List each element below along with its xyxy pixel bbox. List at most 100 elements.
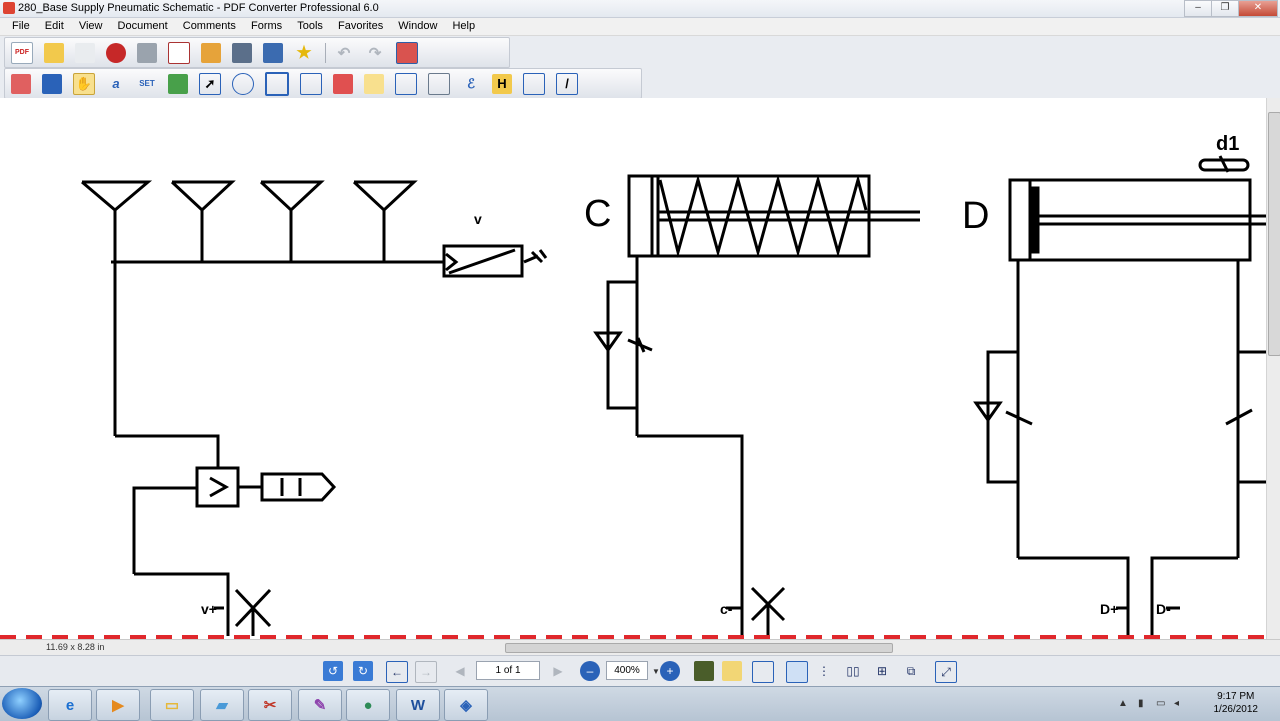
- image-icon[interactable]: [168, 73, 188, 94]
- email-icon[interactable]: [168, 41, 190, 64]
- settings-icon[interactable]: [396, 41, 418, 64]
- cloud-icon[interactable]: [523, 72, 545, 95]
- facing-icon[interactable]: ▯▯: [843, 661, 863, 681]
- close-button[interactable]: ✕: [1238, 0, 1278, 17]
- vertical-scrollbar[interactable]: [1266, 98, 1280, 639]
- package-icon[interactable]: [201, 42, 221, 63]
- restore-button[interactable]: ❐: [1211, 0, 1239, 17]
- tray-device-icon[interactable]: ▮: [1138, 698, 1144, 709]
- actual-size-icon[interactable]: [694, 661, 714, 681]
- document-view[interactable]: v C D d1 v+ c- D+ D-: [0, 98, 1266, 639]
- pages-icon[interactable]: [11, 73, 31, 94]
- menu-file[interactable]: File: [12, 18, 30, 35]
- next-page-icon[interactable]: ▶: [548, 661, 568, 681]
- tray-volume-icon[interactable]: ◂: [1174, 698, 1179, 709]
- network-icon[interactable]: ●: [346, 689, 390, 721]
- horizontal-scrollbar[interactable]: 11.69 x 8.28 in: [0, 639, 1280, 655]
- minimize-button[interactable]: –: [1184, 0, 1212, 17]
- paint-icon[interactable]: ✎: [298, 689, 342, 721]
- label-c-minus: c-: [720, 601, 733, 617]
- zoom-in-button[interactable]: +: [660, 661, 680, 681]
- word-icon[interactable]: W: [396, 689, 440, 721]
- edit-text-icon[interactable]: [300, 72, 322, 95]
- undo-icon[interactable]: ↶: [334, 43, 354, 63]
- supply-symbol-4: [352, 180, 418, 213]
- favorite-star-icon[interactable]: ★: [294, 43, 314, 63]
- new-pdf-icon[interactable]: PDF: [11, 41, 33, 64]
- arrow-icon[interactable]: ➚: [199, 72, 221, 95]
- clock-time: 9:17 PM: [1217, 691, 1255, 702]
- print-icon[interactable]: [137, 42, 157, 63]
- label-d1: d1: [1216, 133, 1239, 155]
- prev-view-button[interactable]: ←: [386, 661, 408, 683]
- start-button[interactable]: [2, 688, 42, 719]
- page-number-field[interactable]: 1 of 1: [476, 661, 540, 680]
- fit-page-icon[interactable]: [722, 661, 742, 681]
- redo-icon[interactable]: ↷: [365, 43, 385, 63]
- text-box-icon[interactable]: [428, 72, 450, 95]
- fit-width-icon[interactable]: [752, 661, 774, 683]
- menu-tools[interactable]: Tools: [297, 18, 323, 35]
- media-icon[interactable]: ▶: [96, 689, 140, 721]
- single-page-icon[interactable]: [786, 661, 808, 683]
- rotate-right-icon[interactable]: ↻: [353, 661, 373, 681]
- touchup-icon[interactable]: [333, 73, 353, 94]
- snipping-icon[interactable]: ✂: [248, 689, 292, 721]
- forms-icon[interactable]: [42, 73, 62, 94]
- pneumatic-schematic: v C D d1 v+ c- D+ D-: [0, 133, 1266, 639]
- explorer-icon[interactable]: ▭: [150, 689, 194, 721]
- menu-edit[interactable]: Edit: [45, 18, 64, 35]
- zoom-level-field[interactable]: 400%: [606, 661, 648, 680]
- snapshot-icon[interactable]: [232, 72, 254, 95]
- full-screen-icon[interactable]: ⤢: [935, 661, 957, 683]
- clock[interactable]: 9:17 PM 1/26/2012: [1214, 690, 1259, 716]
- menu-document[interactable]: Document: [118, 18, 168, 35]
- system-tray: ▲ ▮ ▭ ◂ 9:17 PM 1/26/2012: [1110, 687, 1280, 721]
- menu-view[interactable]: View: [79, 18, 103, 35]
- window-title: 280_Base Supply Pneumatic Schematic - PD…: [18, 2, 379, 14]
- notes-icon[interactable]: ▰: [200, 689, 244, 721]
- vertical-scroll-thumb[interactable]: [1268, 112, 1280, 356]
- callout-icon[interactable]: ℰ: [461, 74, 481, 94]
- continuous-icon[interactable]: ⋮: [814, 661, 834, 681]
- standard-toolbar: PDF ★ ↶ ↷: [4, 37, 510, 68]
- rotate-left-icon[interactable]: ↺: [323, 661, 343, 681]
- menu-favorites[interactable]: Favorites: [338, 18, 383, 35]
- highlight-icon[interactable]: [364, 73, 384, 94]
- menu-window[interactable]: Window: [398, 18, 437, 35]
- continuous-facing-icon[interactable]: ⊞: [872, 661, 892, 681]
- note-icon[interactable]: [395, 72, 417, 95]
- crop-icon[interactable]: [265, 71, 289, 96]
- label-d-plus: D+: [1100, 601, 1118, 617]
- app-icon: [3, 2, 15, 14]
- split-view-icon[interactable]: ⧉: [901, 661, 921, 681]
- pen-icon[interactable]: /: [556, 72, 578, 95]
- open-folder-icon[interactable]: [44, 42, 64, 63]
- next-view-button[interactable]: →: [415, 661, 437, 683]
- tools-toolbar: ✋ a SET ➚ ℰ H /: [4, 68, 642, 99]
- horizontal-scroll-thumb[interactable]: [505, 643, 893, 653]
- select-text-icon[interactable]: a: [106, 74, 126, 94]
- hand-tool-icon[interactable]: ✋: [73, 72, 95, 95]
- tray-battery-icon[interactable]: ▭: [1156, 698, 1165, 709]
- supply-symbol-2: [170, 180, 236, 213]
- prev-page-icon[interactable]: ◀: [450, 661, 470, 681]
- clock-date: 1/26/2012: [1213, 704, 1259, 715]
- shuttle-valve: [195, 466, 240, 508]
- h-icon[interactable]: H: [492, 73, 512, 94]
- search-icon[interactable]: [263, 42, 283, 63]
- set-icon[interactable]: SET: [137, 74, 157, 94]
- menu-comments[interactable]: Comments: [183, 18, 236, 35]
- tray-arrow-icon[interactable]: ▲: [1118, 698, 1128, 709]
- label-d-minus: D-: [1156, 601, 1171, 617]
- menu-bar: File Edit View Document Comments Forms T…: [0, 18, 1280, 36]
- ie-icon[interactable]: e: [48, 689, 92, 721]
- zoom-out-button[interactable]: –: [580, 661, 600, 681]
- menu-forms[interactable]: Forms: [251, 18, 282, 35]
- convert-icon[interactable]: [106, 42, 126, 63]
- label-d: D: [962, 195, 989, 237]
- menu-help[interactable]: Help: [452, 18, 475, 35]
- pdf-converter-icon[interactable]: ◈: [444, 689, 488, 721]
- find-icon[interactable]: [232, 42, 252, 63]
- save-icon[interactable]: [75, 42, 95, 63]
